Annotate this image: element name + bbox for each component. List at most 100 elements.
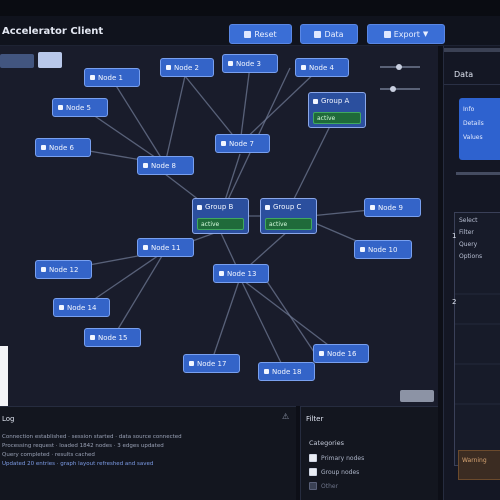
node-label: Node 18	[272, 367, 302, 376]
graph-node[interactable]: Node 10	[354, 240, 412, 259]
checkbox-icon[interactable]	[309, 454, 317, 462]
node-label: Node 3	[236, 59, 261, 68]
graph-edge	[239, 277, 286, 372]
filter-checkbox[interactable]: Primary nodes	[309, 453, 364, 463]
node-icon	[370, 205, 375, 210]
node-icon	[41, 145, 46, 150]
graph-node[interactable]: Node 11	[137, 238, 194, 257]
checkbox-icon[interactable]	[309, 482, 317, 490]
graph-node[interactable]: Node 8	[137, 156, 194, 175]
log-line: Processing request · loaded 1842 nodes ·…	[2, 443, 164, 449]
panel-tab[interactable]: Data	[454, 70, 473, 79]
node-icon	[301, 65, 306, 70]
node-icon	[59, 305, 64, 310]
reset-button[interactable]: Reset	[229, 24, 292, 44]
warning-icon[interactable]: ⚠	[282, 412, 289, 421]
filter-checkbox[interactable]: Other	[309, 481, 338, 491]
graph-node[interactable]: Node 16	[313, 344, 369, 363]
canvas-resize-handle[interactable]	[400, 390, 434, 402]
node-status: active	[265, 218, 312, 230]
node-label: Node 1	[98, 73, 123, 82]
node-icon	[319, 351, 324, 356]
graph-node[interactable]: Node 17	[183, 354, 240, 373]
filter-panel: Filter Categories Primary nodes Group no…	[300, 406, 438, 500]
graph-node[interactable]: Node 6	[35, 138, 91, 157]
node-icon	[228, 61, 233, 66]
checkbox-icon[interactable]	[309, 468, 317, 476]
node-label: Node 10	[368, 245, 398, 254]
node-label: Node 5	[66, 103, 91, 112]
app-title: Accelerator Client	[2, 26, 104, 37]
node-label: Node 14	[67, 303, 97, 312]
node-label: Group A	[321, 97, 350, 105]
graph-canvas[interactable]: Node 1 Node 2 Node 3 Node 4 Node 5 Node …	[0, 46, 438, 406]
node-status: active	[313, 112, 361, 124]
node-status: active	[197, 218, 244, 230]
data-button[interactable]: Data	[300, 24, 358, 44]
horizontal-scrollbar[interactable]	[444, 48, 500, 52]
section-label: Select	[459, 217, 478, 224]
row-divider	[455, 323, 500, 325]
log-line: Updated 20 entries · graph layout refres…	[2, 461, 154, 467]
node-icon	[360, 247, 365, 252]
export-button[interactable]: Export ▼	[367, 24, 445, 44]
group-node[interactable]: Group C active	[260, 198, 317, 234]
graph-node[interactable]: Node 9	[364, 198, 421, 217]
right-panel: Data Info Details Values Select Filter Q…	[443, 46, 500, 500]
node-icon	[189, 361, 194, 366]
node-label: Group B	[205, 203, 234, 211]
chevron-down-icon: ▼	[422, 30, 429, 38]
filter-title: Filter	[306, 415, 324, 423]
graph-edge	[239, 65, 251, 145]
panel-list-index: 2	[452, 298, 457, 306]
panel-section: Select Filter Query Options	[454, 212, 500, 466]
node-label: Node 17	[197, 359, 227, 368]
info-card[interactable]: Info Details Values	[459, 98, 500, 160]
graph-node[interactable]: Node 7	[215, 134, 270, 153]
node-label: Node 16	[327, 349, 357, 358]
filter-checkbox[interactable]: Group nodes	[309, 467, 359, 477]
section-label: Filter	[459, 229, 474, 236]
filter-label: Other	[321, 482, 339, 490]
app-window: Accelerator Client Reset Data Export ▼ N…	[0, 0, 500, 500]
node-label: Node 8	[151, 161, 176, 170]
log-line: Query completed · results cached	[2, 452, 95, 458]
node-label: Node 4	[309, 63, 334, 72]
data-icon	[314, 30, 322, 38]
info-card-line: Values	[463, 134, 483, 141]
node-label: Node 2	[174, 63, 199, 72]
group-node[interactable]: Group A active	[308, 92, 366, 128]
export-icon	[383, 30, 391, 38]
graph-node[interactable]: Node 3	[222, 54, 278, 73]
graph-node[interactable]: Node 18	[258, 362, 315, 381]
row-divider	[455, 293, 500, 295]
graph-node[interactable]: Node 1	[84, 68, 140, 87]
node-icon	[313, 98, 318, 104]
graph-node[interactable]: Node 14	[53, 298, 110, 317]
section-label: Query	[459, 241, 478, 248]
graph-edge	[261, 273, 319, 359]
graph-node[interactable]: Node 5	[52, 98, 108, 117]
node-icon	[166, 65, 171, 70]
graph-node[interactable]: Node 13	[213, 264, 269, 283]
node-label: Node 9	[378, 203, 403, 212]
graph-edge	[209, 277, 241, 367]
refresh-icon	[244, 30, 252, 38]
warning-box: Warning	[458, 450, 500, 480]
warning-text: Warning	[462, 457, 487, 464]
node-label: Node 12	[49, 265, 79, 274]
data-button-label: Data	[324, 29, 344, 39]
graph-node[interactable]: Node 12	[35, 260, 92, 279]
log-panel: Log ⚠ Connection established · session s…	[0, 406, 296, 500]
export-button-label: Export	[393, 29, 420, 39]
group-node[interactable]: Group B active	[192, 198, 249, 234]
filter-label: Primary nodes	[321, 454, 365, 462]
graph-node[interactable]: Node 15	[84, 328, 141, 347]
panel-separator	[456, 172, 500, 175]
graph-node[interactable]: Node 2	[160, 58, 214, 77]
node-label: Node 6	[49, 143, 74, 152]
node-icon	[90, 335, 95, 340]
panel-list-index: 1	[452, 232, 457, 240]
graph-node[interactable]: Node 4	[295, 58, 349, 77]
node-icon	[41, 267, 46, 272]
